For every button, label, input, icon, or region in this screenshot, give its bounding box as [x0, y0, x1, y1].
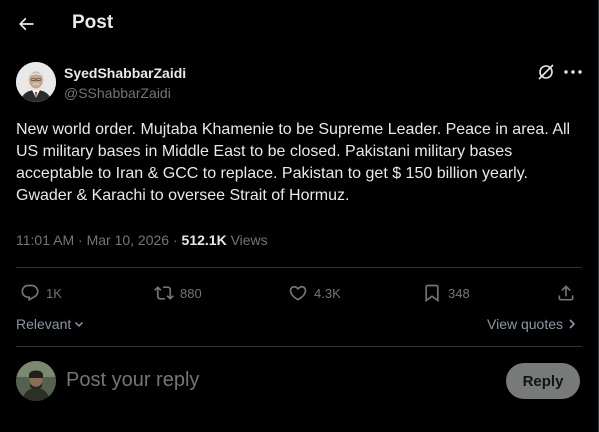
share-action[interactable]	[556, 280, 576, 306]
bookmark-action[interactable]: 348	[422, 280, 470, 306]
sort-label: Relevant	[16, 316, 72, 332]
views-label: Views	[230, 232, 268, 248]
page-title: Post	[72, 12, 114, 33]
post-meta: 11:01 AM · Mar 10, 2026 · 512.1K Views	[16, 232, 268, 248]
post-date[interactable]: Mar 10, 2026	[87, 232, 170, 248]
reply-icon	[21, 284, 39, 302]
reply-action[interactable]: 1K	[20, 280, 62, 306]
chevron-right-icon	[569, 319, 576, 329]
bookmark-icon	[425, 284, 439, 303]
sort-dropdown[interactable]: Relevant	[16, 316, 85, 332]
share-icon	[558, 285, 574, 301]
meta-separator: ·	[78, 232, 83, 248]
author-display-name[interactable]: SyedShabbarZaidi	[64, 65, 186, 81]
more-horizontal-icon	[564, 70, 582, 74]
meta-dot: ·	[172, 232, 178, 248]
heart-icon	[289, 285, 307, 301]
user-avatar	[16, 62, 56, 102]
reply-input[interactable]	[66, 369, 486, 392]
repost-action[interactable]: 880	[154, 280, 202, 306]
user-avatar	[16, 361, 56, 401]
author-handle[interactable]: @SShabbarZaidi	[64, 85, 171, 101]
author-avatar[interactable]	[16, 62, 56, 102]
reply-button[interactable]: Reply	[506, 363, 580, 399]
post-actions: 1K 880 4.3K 348	[16, 280, 582, 306]
like-action[interactable]: 4.3K	[288, 280, 341, 306]
views-count: 512.1K	[181, 232, 227, 248]
chevron-down-icon	[75, 321, 84, 328]
view-quotes-label: View quotes	[487, 316, 564, 332]
back-button[interactable]	[10, 8, 42, 40]
more-options-button[interactable]	[562, 62, 584, 82]
divider-top	[16, 267, 582, 268]
grok-button[interactable]	[536, 62, 556, 82]
page-header: Post	[0, 0, 598, 48]
repost-count: 880	[180, 285, 202, 301]
view-quotes-link[interactable]: View quotes	[487, 316, 577, 332]
post-author: SyedShabbarZaidi @SShabbarZaidi	[16, 62, 584, 106]
post-text: New world order. Mujtaba Khamenie to be …	[16, 121, 571, 204]
like-count: 4.3K	[314, 285, 341, 301]
divider-bottom	[16, 346, 582, 347]
reply-composer: Reply	[16, 361, 582, 401]
arrow-left-icon	[18, 17, 34, 31]
bookmark-count: 348	[448, 285, 470, 301]
repost-icon	[154, 286, 174, 300]
reply-count: 1K	[46, 285, 62, 301]
current-user-avatar[interactable]	[16, 361, 56, 401]
post-time[interactable]: 11:01 AM	[16, 232, 74, 248]
grok-icon	[538, 64, 554, 80]
